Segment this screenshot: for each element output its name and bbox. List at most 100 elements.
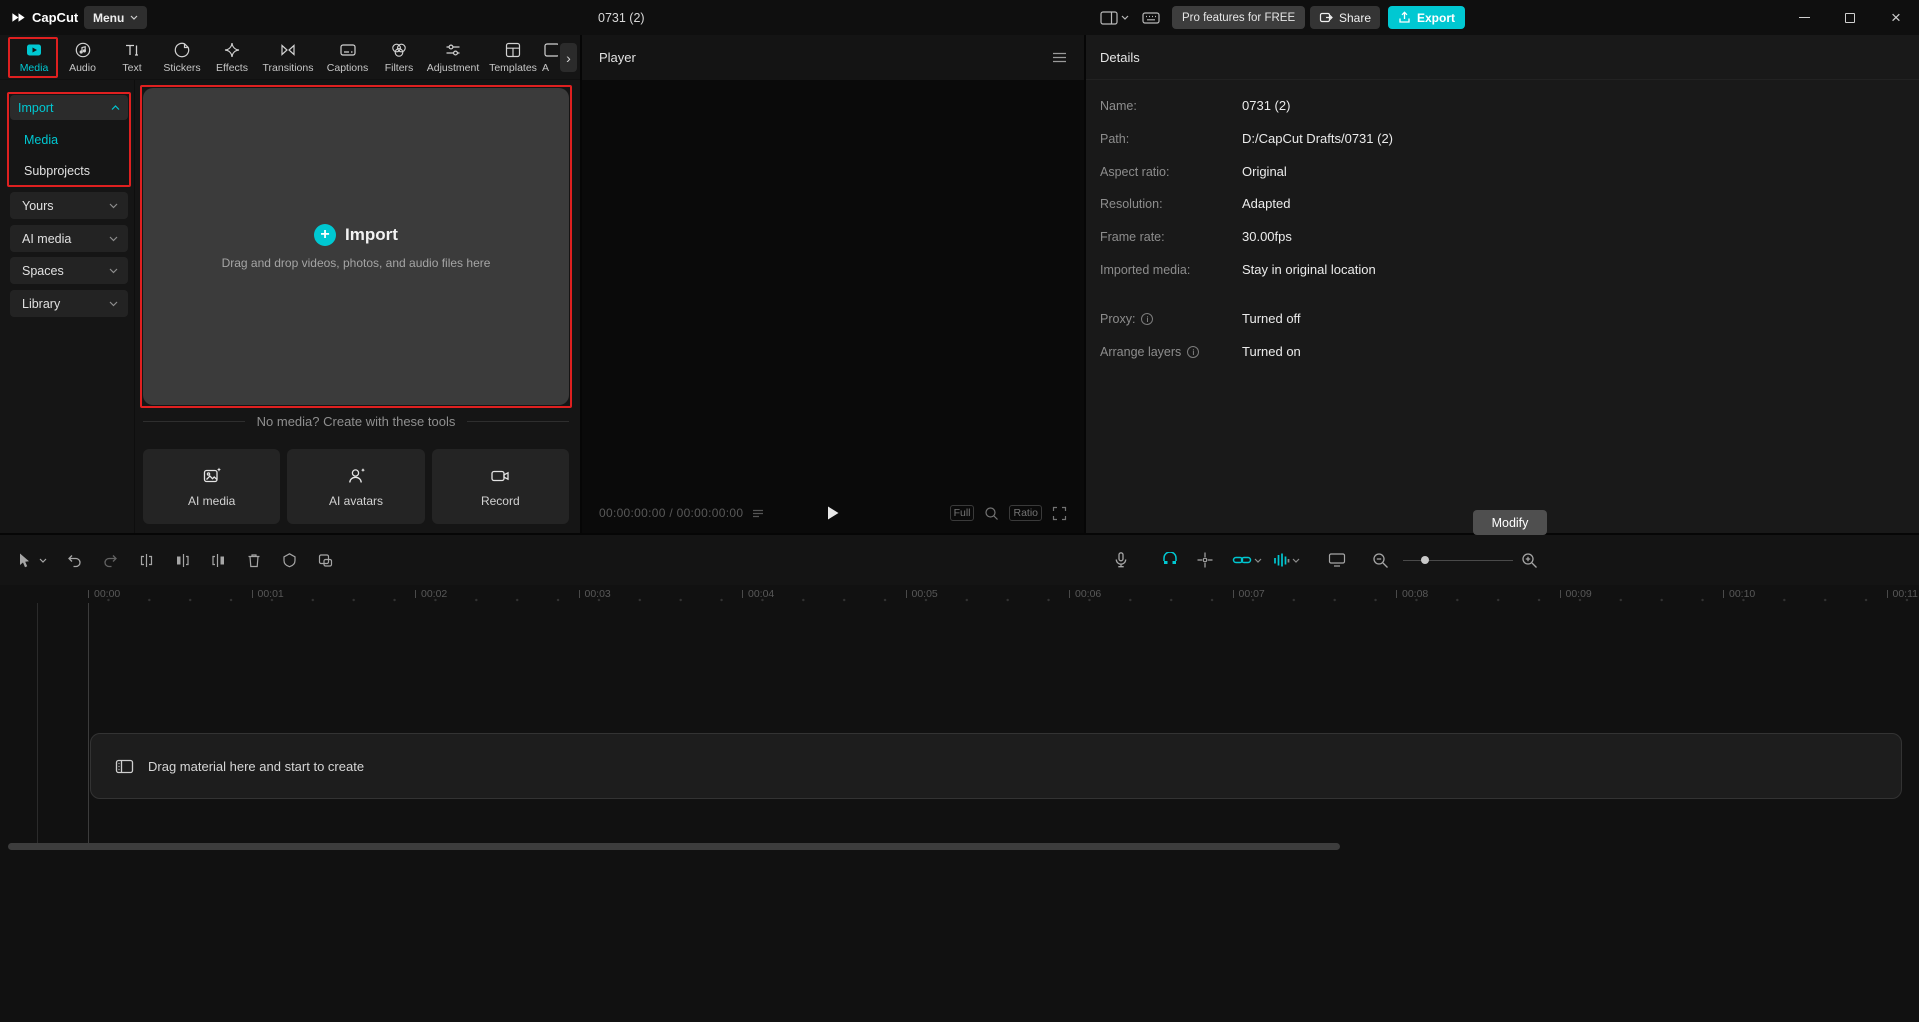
zoom-out-button[interactable] — [1372, 552, 1389, 569]
timeline-view-tools — [1112, 535, 1538, 585]
overlay-extract-button[interactable] — [317, 552, 334, 569]
layout-panels-button[interactable] — [1100, 0, 1129, 35]
chevron-down-icon — [109, 301, 118, 307]
timeline-zoom-slider[interactable] — [1403, 553, 1513, 567]
media-icon — [25, 41, 43, 59]
sidebar-item-media[interactable]: Media — [10, 127, 128, 153]
timeline-ruler[interactable]: 00:00 00:01 00:02 00:03 00:04 00:05 00:0… — [80, 585, 1919, 603]
tab-templates[interactable]: Templates — [484, 35, 542, 79]
timecode-options-button[interactable] — [752, 509, 764, 518]
timeline-dropzone[interactable]: Drag material here and start to create — [90, 733, 1902, 799]
delete-button[interactable] — [246, 552, 262, 569]
sidebar-item-ai-media[interactable]: AI media — [10, 225, 128, 252]
text-icon — [123, 41, 141, 59]
tab-effects[interactable]: Effects — [207, 35, 257, 79]
timeline-toolbar — [0, 535, 1919, 585]
tab-clipped[interactable]: A — [542, 35, 558, 79]
ai-avatars-card[interactable]: AI avatars — [287, 449, 425, 524]
mask-button[interactable] — [281, 552, 298, 569]
preview-axis-toggle[interactable] — [1328, 552, 1346, 568]
menu-button[interactable]: Menu — [84, 6, 148, 29]
redo-button[interactable] — [102, 552, 119, 568]
filters-icon — [390, 41, 408, 59]
export-button[interactable]: Export — [1388, 6, 1466, 29]
ratio-button[interactable]: Ratio — [1009, 505, 1042, 521]
ruler-mark: 00:01 — [244, 585, 408, 603]
details-header: Details — [1086, 35, 1919, 80]
horizontal-scrollbar[interactable] — [8, 843, 1340, 850]
audio-icon — [74, 41, 92, 59]
tab-captions[interactable]: Captions — [319, 35, 376, 79]
close-button[interactable] — [1873, 0, 1919, 35]
split-button[interactable] — [138, 552, 155, 569]
play-button[interactable] — [826, 505, 840, 521]
window-controls — [1781, 0, 1919, 35]
ruler-mark: 00:03 — [571, 585, 735, 603]
auto-linkage-dropdown[interactable] — [1254, 558, 1262, 563]
share-button[interactable]: Share — [1310, 6, 1381, 29]
pro-features-badge[interactable]: Pro features for FREE — [1172, 6, 1306, 29]
tab-stickers[interactable]: Stickers — [157, 35, 207, 79]
import-dropzone[interactable]: Import Drag and drop videos, photos, and… — [143, 88, 569, 405]
fullscreen-button[interactable] — [1052, 506, 1067, 521]
zoom-slider-knob[interactable] — [1421, 556, 1429, 564]
chevron-down-icon — [1121, 15, 1129, 20]
zoom-fit-button[interactable] — [984, 506, 999, 521]
templates-icon — [504, 41, 522, 59]
close-icon — [1891, 9, 1901, 26]
sidebar-item-subprojects[interactable]: Subprojects — [10, 158, 128, 184]
player-title: Player — [599, 50, 636, 65]
tab-text[interactable]: Text — [107, 35, 157, 79]
select-tool-dropdown[interactable] — [39, 558, 47, 563]
undo-button[interactable] — [66, 552, 83, 568]
player-panel: Player 00:00:00:00 / 00:00:00:00 Full Ra… — [582, 35, 1084, 533]
minimize-icon — [1798, 16, 1810, 19]
zoom-in-button[interactable] — [1521, 552, 1538, 569]
ai-media-card[interactable]: AI media — [143, 449, 281, 524]
detail-row-proxy: Proxy: Turned off — [1100, 311, 1301, 326]
media-strip-icon — [115, 758, 134, 775]
stickers-icon — [173, 41, 191, 59]
full-preview-button[interactable]: Full — [949, 505, 975, 521]
ai-avatars-icon — [346, 466, 366, 486]
titlebar: CapCut Menu 0731 (2) Pro features for FR… — [0, 0, 1919, 35]
dropzone-hint: Drag material here and start to create — [148, 758, 365, 774]
import-title: Import — [345, 224, 398, 244]
tab-filters[interactable]: Filters — [376, 35, 422, 79]
shortcut-keys-button[interactable] — [1142, 0, 1160, 35]
tab-media[interactable]: Media — [10, 35, 58, 79]
record-card[interactable]: Record — [431, 449, 569, 524]
export-icon — [1398, 11, 1411, 24]
modify-button[interactable]: Modify — [1473, 510, 1547, 535]
auto-linkage-toggle[interactable] — [1232, 553, 1252, 567]
layout-panels-icon — [1100, 10, 1118, 25]
tab-audio[interactable]: Audio — [58, 35, 107, 79]
sidebar-item-library[interactable]: Library — [10, 290, 128, 317]
sidebar-item-import[interactable]: Import — [10, 95, 128, 120]
main-track-magnet-toggle[interactable] — [1160, 552, 1180, 568]
maximize-button[interactable] — [1827, 0, 1873, 35]
ruler-mark: 00:06 — [1061, 585, 1225, 603]
minimize-button[interactable] — [1781, 0, 1827, 35]
tab-adjustment[interactable]: Adjustment — [422, 35, 484, 79]
more-tabs-button[interactable] — [560, 43, 577, 72]
delete-left-button[interactable] — [174, 552, 191, 569]
info-icon[interactable] — [1141, 312, 1154, 325]
tab-transitions[interactable]: Transitions — [257, 35, 319, 79]
player-menu-button[interactable] — [1052, 52, 1067, 63]
snapping-toggle[interactable] — [1196, 551, 1214, 569]
sidebar-item-yours[interactable]: Yours — [10, 192, 128, 219]
ruler-mark: 00:02 — [407, 585, 571, 603]
info-icon[interactable] — [1187, 345, 1200, 358]
microphone-button[interactable] — [1112, 551, 1130, 569]
ruler-mark: 00:00 — [80, 585, 244, 603]
audio-levels-dropdown[interactable] — [1292, 558, 1300, 563]
details-panel: Details Name: 0731 (2) Path: D:/CapCut D… — [1086, 35, 1919, 535]
delete-right-button[interactable] — [210, 552, 227, 569]
audio-levels-toggle[interactable] — [1272, 552, 1290, 568]
detail-row-arrange-layers: Arrange layers Turned on — [1100, 344, 1301, 359]
select-tool-button[interactable] — [16, 552, 32, 569]
playhead-line[interactable] — [88, 603, 89, 844]
effects-icon — [223, 41, 241, 59]
sidebar-item-spaces[interactable]: Spaces — [10, 257, 128, 284]
